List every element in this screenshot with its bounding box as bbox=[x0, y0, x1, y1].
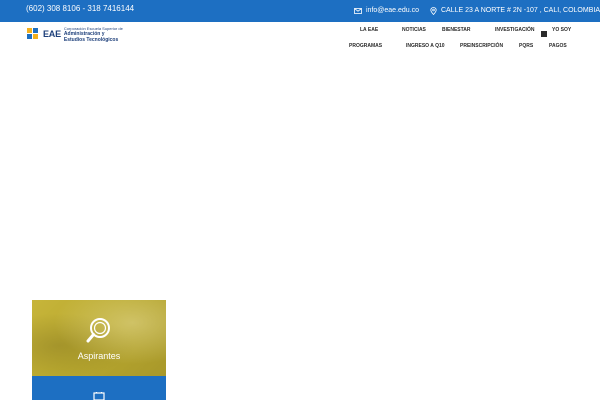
site-logo[interactable]: EAE Corporación Escuela Superior de Admi… bbox=[26, 25, 126, 43]
document-icon bbox=[93, 392, 105, 400]
address: CALLE 23 A NORTE # 2N -107 , CALI, COLOM… bbox=[430, 6, 600, 15]
magnifier-icon bbox=[86, 318, 110, 343]
nav-pagos[interactable]: PAGOS bbox=[549, 43, 567, 49]
aspirantes-label: Aspirantes bbox=[77, 351, 121, 361]
envelope-icon bbox=[354, 7, 362, 14]
nav-preinscripcion[interactable]: PREINSCRIPCIÓN bbox=[460, 43, 503, 49]
second-card[interactable] bbox=[32, 376, 166, 400]
nav-yo-soy[interactable]: YO SOY bbox=[552, 27, 571, 33]
email-link[interactable]: info@eae.edu.co bbox=[354, 6, 419, 15]
nav-noticias[interactable]: NOTICIAS bbox=[402, 27, 426, 33]
logo-line-3: Estudios Tecnológicos bbox=[63, 36, 119, 43]
top-info-bar: (602) 308 8106 - 318 7416144 info@eae.ed… bbox=[0, 0, 600, 22]
phone-numbers[interactable]: (602) 308 8106 - 318 7416144 bbox=[26, 4, 134, 14]
nav-ingreso-q10[interactable]: INGRESO A Q10 bbox=[406, 43, 445, 49]
grid-menu-icon[interactable] bbox=[541, 31, 547, 37]
email-text: info@eae.edu.co bbox=[366, 7, 420, 14]
nav-investigacion[interactable]: INVESTIGACIÓN bbox=[495, 27, 534, 33]
nav-la-eae[interactable]: LA EAE bbox=[360, 27, 378, 33]
nav-programas[interactable]: PROGRAMAS bbox=[349, 43, 382, 49]
nav-bienestar[interactable]: BIENESTAR bbox=[442, 27, 471, 33]
nav-pqrs[interactable]: PQRS bbox=[519, 43, 533, 49]
address-text: CALLE 23 A NORTE # 2N -107 , CALI, COLOM… bbox=[441, 7, 600, 14]
logo-text: Corporación Escuela Superior de Administ… bbox=[64, 26, 123, 43]
logo-emblem-icon bbox=[27, 28, 38, 39]
aspirantes-card[interactable]: Aspirantes bbox=[32, 300, 166, 376]
logo-mark: EAE bbox=[43, 29, 61, 39]
location-pin-icon bbox=[430, 6, 437, 15]
